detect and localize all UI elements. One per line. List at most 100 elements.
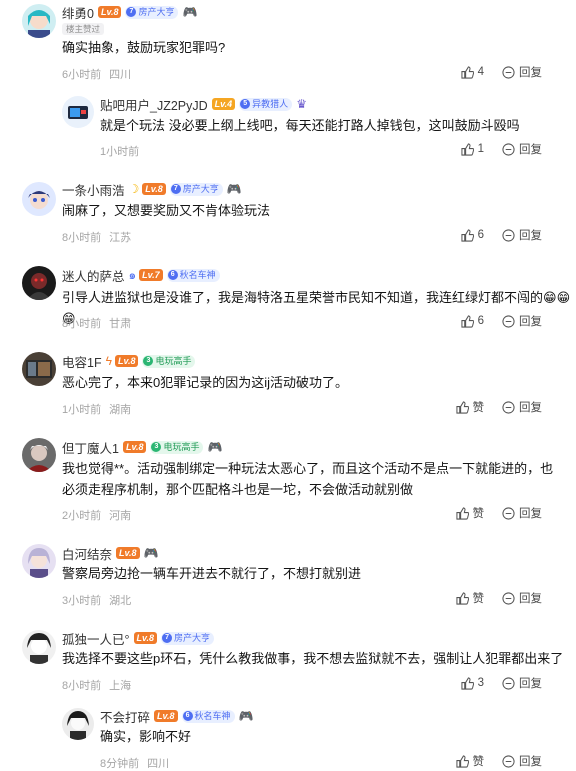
username[interactable]: 但丁魔人1	[62, 438, 119, 457]
like-count: 6	[477, 315, 484, 327]
swirl-icon: ๑	[128, 267, 137, 282]
like-button[interactable]: 1	[461, 142, 484, 156]
title-tag: 7 房产大亨	[161, 631, 215, 645]
comment-item: 孤独一人已° Lv.8 7 房产大亨 我选择不要这些p环石，凭什么教我做事，我不想…	[0, 626, 576, 706]
reply-label: 回复	[519, 508, 542, 520]
timestamp: 8分钟前	[100, 758, 140, 770]
crown-badge-icon: ♛	[296, 97, 307, 111]
title-tag: 7 房产大亨	[169, 182, 223, 196]
comment-meta: 8小时前 上海	[62, 677, 131, 693]
comment-meta: 2小时前 河南	[62, 507, 131, 523]
thumbs-up-icon	[461, 65, 474, 79]
comment-actions: 1 回复	[443, 141, 542, 157]
comment-actions: 赞 回复	[438, 753, 542, 769]
reply-label: 回复	[519, 230, 542, 242]
reply-button[interactable]: 回复	[502, 505, 542, 521]
comment-actions: 赞 回复	[438, 590, 542, 606]
comment-meta: 6小时前 四川	[62, 66, 131, 82]
comment-actions: 赞 回复	[438, 399, 542, 415]
comment-meta: 1小时前 湖南	[62, 401, 131, 417]
username[interactable]: 电容1F	[62, 352, 102, 371]
reply-label: 回复	[519, 756, 542, 768]
gamepad-icon: 🎮	[207, 440, 223, 454]
reply-button[interactable]: 回复	[502, 590, 542, 606]
location: 湖南	[109, 404, 132, 416]
avatar[interactable]	[62, 96, 94, 128]
reply-button[interactable]: 回复	[502, 227, 542, 243]
reply-button[interactable]: 回复	[502, 64, 542, 80]
reply-item: 贴吧用户_JZ2PyJD Lv.4 5 异教猎人 ♛ 就是个玩法 没必要上纲上线吧…	[0, 90, 576, 170]
avatar[interactable]	[62, 708, 94, 740]
title-tag: 3 电玩高手	[142, 354, 196, 368]
username[interactable]: 不会打碎	[100, 707, 150, 726]
timestamp: 8小时前	[62, 232, 102, 244]
location: 四川	[109, 69, 132, 81]
reply-button[interactable]: 回复	[502, 141, 542, 157]
avatar[interactable]	[22, 630, 56, 664]
comment-actions: 6 回复	[443, 313, 542, 329]
tag-icon: 3	[151, 442, 162, 452]
timestamp: 3小时前	[62, 595, 102, 607]
avatar[interactable]	[22, 266, 56, 300]
tag-icon: 7	[162, 633, 173, 643]
comment-actions: 4 回复	[443, 64, 542, 80]
like-button[interactable]: 4	[461, 65, 484, 79]
reply-icon	[502, 142, 515, 156]
comment-item: 一条小雨浩 ☽ Lv.8 7 房产大亨 🎮 闹麻了，又想要奖励又不肯体验玩法 8小…	[0, 176, 576, 256]
username[interactable]: 白河结奈	[62, 544, 112, 563]
gamepad-icon: 🎮	[143, 546, 159, 560]
like-button[interactable]: 赞	[455, 753, 484, 769]
gamepad-icon: 🎮	[238, 709, 254, 723]
avatar[interactable]	[22, 544, 56, 578]
comment-item: 白河结奈 Lv.8 🎮 警察局旁边抢一辆车开进去不就行了，不想打就别进 3小时前…	[0, 540, 576, 618]
reply-icon	[502, 228, 515, 242]
username[interactable]: 一条小雨浩	[62, 180, 125, 199]
comment-text: 就是个玩法 没必要上纲上线吧，每天还能打路人掉钱包，这叫鼓励斗殴吗	[100, 118, 520, 133]
like-button[interactable]: 赞	[455, 590, 485, 606]
reply-button[interactable]: 回复	[502, 313, 542, 329]
comment-meta: 8小时前 甘肃	[62, 315, 131, 331]
location: 河南	[109, 510, 132, 522]
username[interactable]: 绯勇0	[62, 3, 94, 22]
like-button[interactable]: 6	[461, 228, 484, 242]
comment-text-body: 引导人进监狱也是没谁了，我是海特洛五星荣誉市民知不知道，我连红绿灯都不闯的	[62, 290, 544, 305]
timestamp: 8小时前	[62, 318, 102, 330]
reply-label: 回复	[519, 593, 542, 605]
username[interactable]: 贴吧用户_JZ2PyJD	[100, 95, 208, 114]
title-tag: 6 秋名车神	[166, 268, 220, 282]
comment-text: 确实抽象，鼓励玩家犯罪吗?	[62, 40, 226, 55]
level-badge: Lv.8	[116, 547, 140, 559]
thumbs-up-icon	[455, 400, 469, 414]
username[interactable]: 孤独一人已°	[62, 629, 130, 648]
reply-button[interactable]: 回复	[502, 675, 542, 691]
avatar[interactable]	[22, 182, 56, 216]
level-badge: Lv.8	[122, 441, 147, 453]
title-tag: 3 电玩高手	[150, 440, 204, 454]
like-button[interactable]: 赞	[455, 399, 484, 415]
comment-text: 闹麻了，又想要奖励又不肯体验玩法	[62, 203, 271, 218]
comment-item: 但丁魔人1 Lv.8 3 电玩高手 🎮 我也觉得**。活动强制绑定一种玩法太恶心了…	[0, 434, 576, 530]
tag-label: 秋名车神	[194, 710, 231, 721]
avatar[interactable]	[22, 438, 56, 472]
level-badge: Lv.8	[142, 183, 166, 195]
like-label: 赞	[472, 508, 485, 520]
thumbs-up-icon	[461, 314, 474, 328]
reply-button[interactable]: 回复	[502, 753, 542, 769]
timestamp: 1小时前	[62, 404, 102, 416]
thumbs-up-icon	[461, 142, 474, 156]
avatar[interactable]	[22, 4, 56, 38]
reply-item: 不会打碎 Lv.8 6 秋名车神 🎮 确实，影响不好 8分钟前 四川 赞 回复	[0, 704, 576, 770]
tag-icon: 7	[170, 184, 181, 194]
location: 湖北	[109, 595, 132, 607]
reply-label: 回复	[519, 144, 542, 156]
like-count: 1	[477, 143, 484, 155]
comment-actions: 6 回复	[443, 227, 542, 243]
like-button[interactable]: 赞	[455, 505, 485, 521]
like-button[interactable]: 3	[461, 676, 484, 690]
reply-icon	[502, 506, 515, 520]
avatar[interactable]	[22, 352, 56, 386]
like-button[interactable]: 6	[461, 314, 484, 328]
username[interactable]: 迷人的萨总	[62, 266, 125, 285]
reply-button[interactable]: 回复	[502, 399, 542, 415]
like-label: 赞	[472, 593, 485, 605]
